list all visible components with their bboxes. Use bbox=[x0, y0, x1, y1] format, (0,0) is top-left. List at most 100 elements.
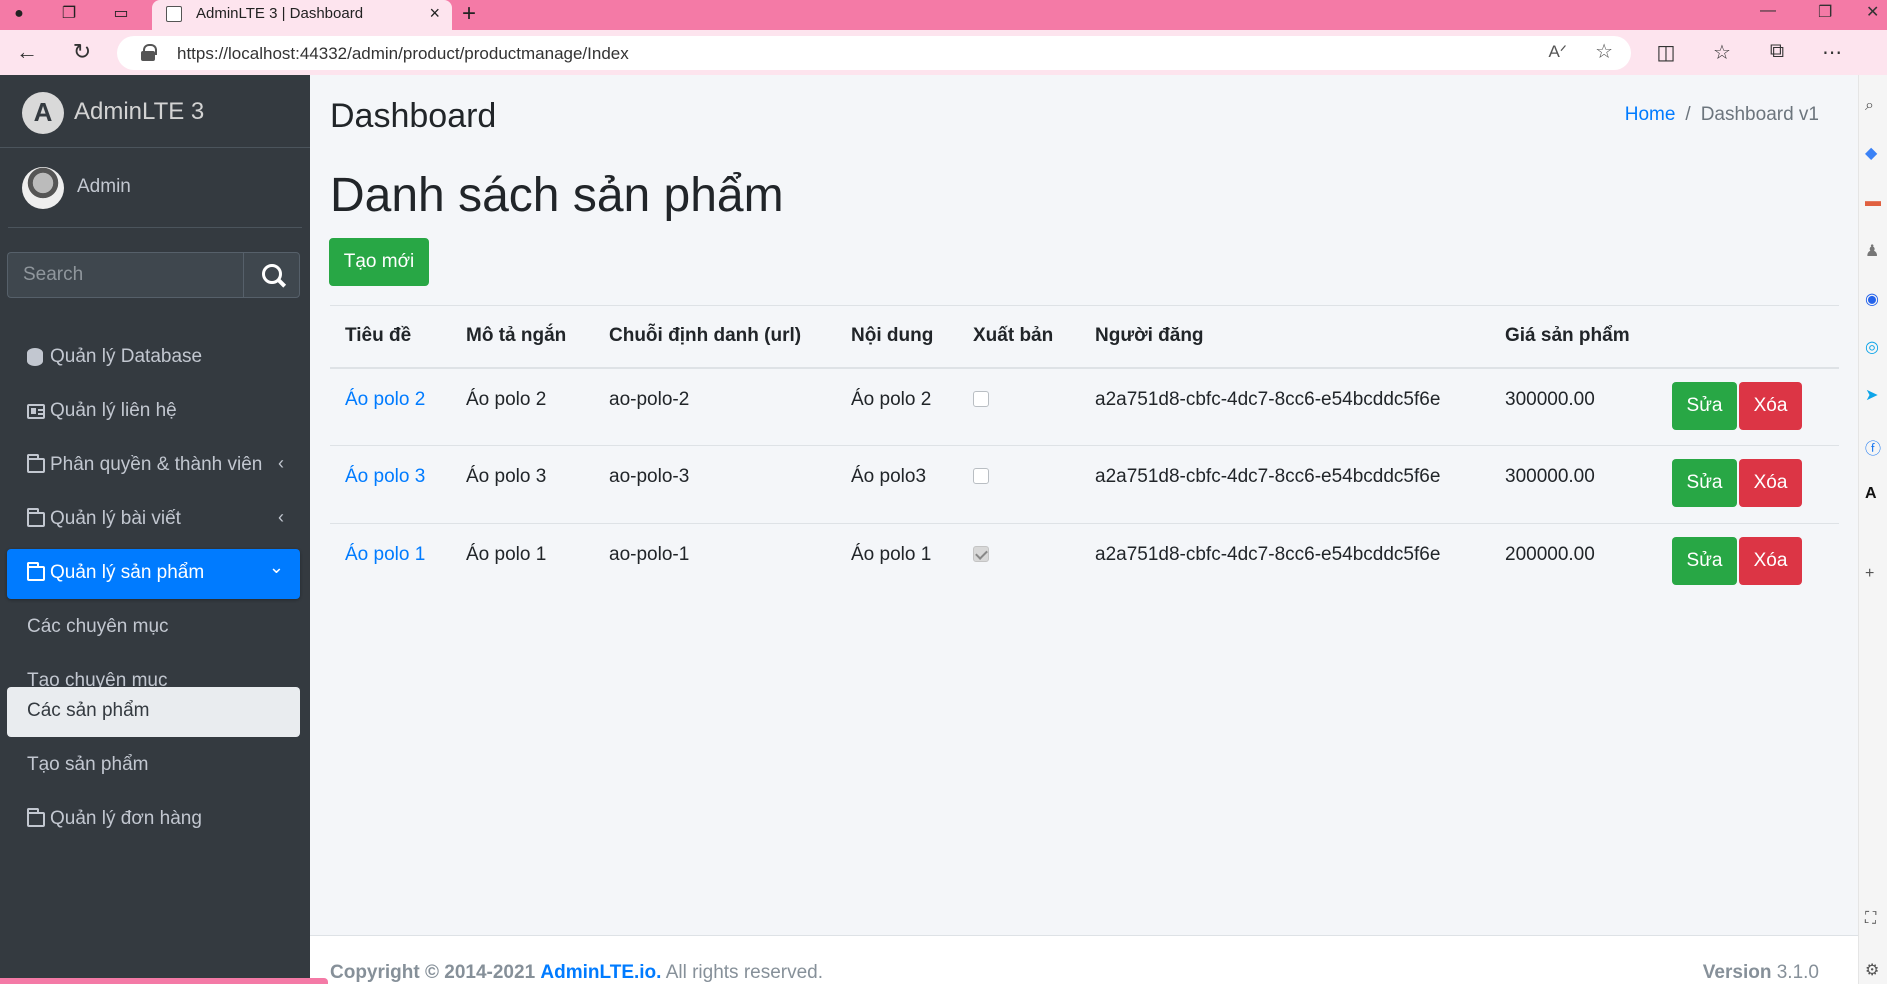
footer-version: Version 3.1.0 bbox=[1703, 962, 1819, 984]
sidebar-item-create-product[interactable]: Tạo sản phẩm bbox=[7, 741, 300, 791]
adminlte-link[interactable]: AdminLTE.io. bbox=[540, 962, 661, 983]
column-header-content: Nội dung bbox=[836, 305, 958, 369]
breadcrumb-current: Dashboard v1 bbox=[1700, 104, 1819, 125]
refresh-icon[interactable]: ↻ bbox=[67, 39, 97, 65]
version-label: Version bbox=[1702, 962, 1772, 983]
products-table: Tiêu đề Mô tả ngắn Chuỗi định danh (url)… bbox=[330, 305, 1839, 602]
slug-cell: ao-polo-1 bbox=[609, 544, 690, 565]
user-name[interactable]: Admin bbox=[77, 176, 131, 198]
breadcrumb-separator: / bbox=[1685, 104, 1691, 125]
product-title-link[interactable]: Áo polo 3 bbox=[345, 466, 425, 487]
lock-icon[interactable] bbox=[141, 44, 157, 61]
delete-button[interactable]: Xóa bbox=[1739, 537, 1802, 585]
screenshot-icon[interactable]: ⛶ bbox=[1865, 910, 1876, 928]
published-checkbox bbox=[973, 546, 989, 562]
column-header-actions bbox=[1657, 305, 1839, 369]
published-checkbox bbox=[973, 390, 989, 407]
more-menu-icon[interactable]: ⋯ bbox=[1818, 40, 1846, 65]
close-tab-icon[interactable]: × bbox=[429, 3, 440, 24]
version-number: 3.1.0 bbox=[1776, 962, 1819, 983]
search-icon[interactable] bbox=[243, 252, 300, 298]
page-favicon-icon bbox=[166, 6, 182, 22]
column-header-price: Giá sản phẩm bbox=[1490, 305, 1657, 369]
table-header-row: Tiêu đề Mô tả ngắn Chuỗi định danh (url)… bbox=[330, 305, 1839, 369]
slug-cell: ao-polo-3 bbox=[594, 445, 836, 524]
short-desc-cell: Áo polo 1 bbox=[466, 544, 547, 565]
sidebar-item-products[interactable]: Quản lý sản phẩm ⌄ bbox=[7, 549, 300, 599]
brand-name: AdminLTE 3 bbox=[74, 98, 205, 125]
send-icon[interactable]: ➤ bbox=[1865, 385, 1878, 405]
product-title-link[interactable]: Áo polo 2 bbox=[345, 389, 425, 410]
new-tab-icon[interactable]: + bbox=[462, 0, 476, 28]
folder-icon bbox=[27, 562, 45, 581]
page-title: Danh sách sản phẩm bbox=[330, 169, 784, 222]
edit-button[interactable]: Sửa bbox=[1672, 459, 1737, 507]
folder-icon bbox=[27, 454, 45, 473]
sidebar-item-database[interactable]: Quản lý Database bbox=[7, 333, 300, 383]
games-icon[interactable]: ♟ bbox=[1865, 241, 1879, 261]
sidebar: AdminLTE 3 Admin Quản lý Database Quản l… bbox=[0, 75, 310, 984]
browser-toolbar: ← ↻ https://localhost:44332/admin/produc… bbox=[0, 30, 1887, 75]
shopping-icon[interactable]: ▬ bbox=[1865, 193, 1881, 211]
favorites-icon[interactable]: ☆ bbox=[1708, 40, 1736, 65]
footer-copyright: Copyright © 2014-2021 AdminLTE.io. All r… bbox=[330, 962, 823, 984]
main-footer: Copyright © 2014-2021 AdminLTE.io. All r… bbox=[310, 935, 1858, 984]
sidebar-item-categories[interactable]: Các chuyên mục bbox=[7, 603, 300, 653]
page-header-title: Dashboard bbox=[330, 97, 497, 135]
outlook-icon[interactable]: ◎ bbox=[1865, 337, 1879, 357]
sidebar-item-label: Quản lý đơn hàng bbox=[50, 808, 202, 829]
favorite-star-icon[interactable]: ☆ bbox=[1595, 39, 1613, 64]
breadcrumb: Home / Dashboard v1 bbox=[1625, 104, 1819, 126]
delete-button[interactable]: Xóa bbox=[1739, 459, 1802, 507]
sidebar-item-label: Phân quyền & thành viên bbox=[50, 454, 263, 475]
create-new-button[interactable]: Tạo mới bbox=[329, 238, 429, 286]
published-checkbox bbox=[973, 468, 989, 484]
add-icon[interactable]: + bbox=[1865, 565, 1874, 583]
sidebar-item-product-list[interactable]: Các sản phẩm bbox=[7, 687, 300, 737]
user-panel[interactable]: Admin bbox=[8, 148, 302, 228]
sidebar-item-label: Tạo sản phẩm bbox=[27, 754, 149, 775]
edit-button[interactable]: Sửa bbox=[1672, 537, 1737, 585]
author-cell: a2a751d8-cbfc-4dc7-8cc6-e54bcddc5f6e bbox=[1095, 544, 1441, 565]
search-icon[interactable]: ⌕ bbox=[1865, 97, 1874, 115]
edit-button[interactable]: Sửa bbox=[1672, 381, 1737, 430]
window-close-icon[interactable]: ✕ bbox=[1866, 2, 1879, 22]
collections-icon[interactable]: ❐ bbox=[58, 3, 80, 25]
url-text[interactable]: https://localhost:44332/admin/product/pr… bbox=[177, 44, 629, 64]
restore-icon[interactable]: ❐ bbox=[1818, 2, 1832, 22]
sidebar-item-label: Quản lý liên hệ bbox=[50, 400, 177, 421]
collections-icon[interactable]: ⧉ bbox=[1763, 40, 1791, 63]
sidebar-item-posts[interactable]: Quản lý bài viết ‹ bbox=[7, 495, 300, 545]
author-cell: a2a751d8-cbfc-4dc7-8cc6-e54bcddc5f6e bbox=[1080, 367, 1490, 446]
search-input[interactable] bbox=[7, 252, 244, 298]
avatar bbox=[22, 167, 64, 209]
breadcrumb-home-link[interactable]: Home bbox=[1625, 104, 1676, 125]
back-icon[interactable]: ← bbox=[12, 39, 42, 65]
read-aloud-icon[interactable]: Aᐟ bbox=[1548, 42, 1567, 62]
minimize-icon[interactable]: — bbox=[1760, 2, 1776, 20]
app-icon[interactable]: A bbox=[1865, 485, 1877, 503]
settings-gear-icon[interactable]: ⚙ bbox=[1865, 960, 1879, 980]
browser-tab[interactable]: AdminLTE 3 | Dashboard × bbox=[152, 0, 452, 30]
profile-icon[interactable]: ● bbox=[8, 3, 30, 25]
chevron-down-icon: ⌄ bbox=[268, 557, 284, 577]
facebook-icon[interactable]: ⓕ bbox=[1865, 435, 1881, 459]
product-title-link[interactable]: Áo polo 1 bbox=[345, 544, 425, 565]
taskbar-strip bbox=[0, 978, 328, 984]
delete-button[interactable]: Xóa bbox=[1739, 381, 1802, 430]
id-card-icon bbox=[27, 404, 45, 419]
chevron-left-icon: ‹ bbox=[278, 507, 284, 527]
adminlte-logo-icon bbox=[22, 92, 64, 134]
m365-icon[interactable]: ◉ bbox=[1865, 289, 1879, 309]
sidebar-item-orders[interactable]: Quản lý đơn hàng bbox=[7, 795, 300, 845]
split-screen-icon[interactable]: ◫ bbox=[1652, 40, 1680, 65]
address-bar[interactable]: https://localhost:44332/admin/product/pr… bbox=[117, 36, 1631, 70]
table-row: Áo polo 1 Áo polo 1 ao-polo-1 Áo polo 1 … bbox=[330, 524, 1839, 602]
sidebar-item-contacts[interactable]: Quản lý liên hệ bbox=[7, 387, 300, 437]
tab-actions-icon[interactable]: ▭ bbox=[110, 3, 132, 25]
price-cell: 200000.00 bbox=[1505, 544, 1595, 565]
short-desc-cell: Áo polo 3 bbox=[451, 445, 594, 524]
copilot-icon[interactable]: ◆ bbox=[1865, 143, 1877, 163]
brand-link[interactable]: AdminLTE 3 bbox=[0, 75, 310, 148]
sidebar-item-permissions[interactable]: Phân quyền & thành viên ‹ bbox=[7, 441, 300, 491]
